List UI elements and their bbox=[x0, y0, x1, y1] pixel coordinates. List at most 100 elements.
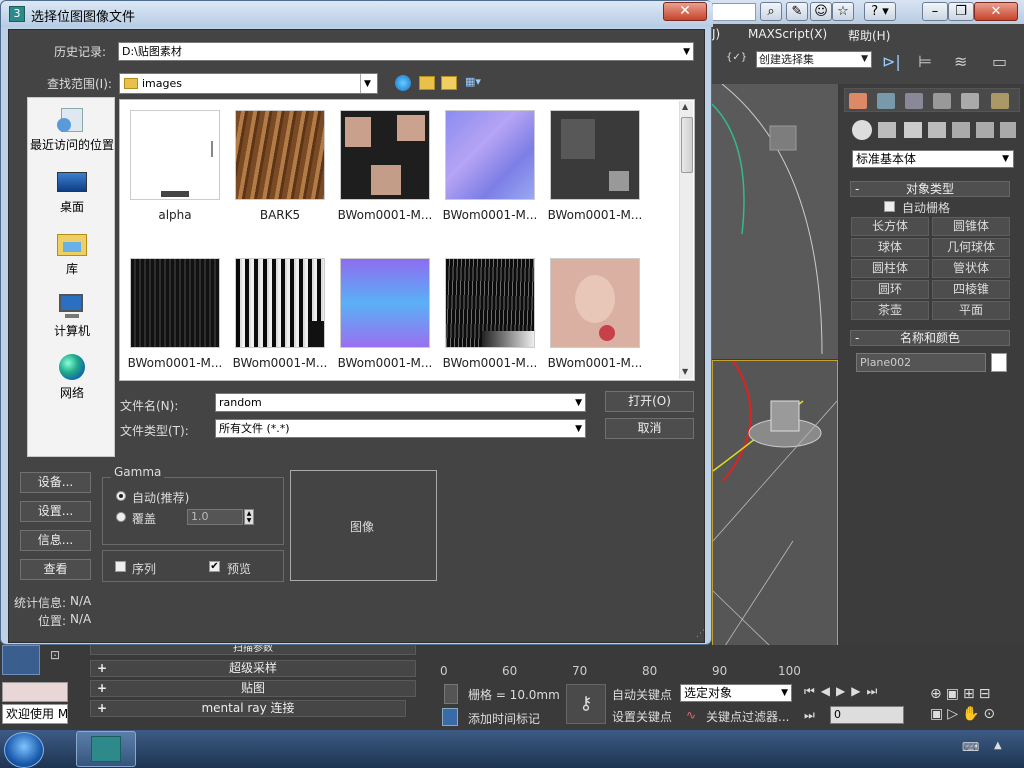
key-mode-icon[interactable]: ⏭ bbox=[804, 708, 822, 724]
graph-icon[interactable]: ▭ bbox=[992, 52, 1016, 72]
history-dropdown[interactable]: D:\贴图素材 ▼ bbox=[118, 42, 694, 61]
taskbar-3dsmax-icon[interactable] bbox=[76, 731, 136, 767]
resize-grip-icon[interactable]: ⋰ bbox=[696, 629, 706, 639]
set-key-button[interactable]: 设置关键点 bbox=[612, 708, 672, 725]
gamma-auto-radio[interactable] bbox=[116, 491, 126, 501]
mirror-icon[interactable]: ⊳| bbox=[882, 52, 906, 72]
file-thumb-alpha[interactable] bbox=[130, 110, 220, 200]
current-frame-field[interactable]: 0 bbox=[830, 706, 904, 724]
file-thumb-bwom-6[interactable] bbox=[340, 258, 430, 348]
utilities-tab-icon[interactable] bbox=[991, 93, 1009, 109]
spacewarps-icon[interactable] bbox=[976, 122, 994, 138]
setup-button[interactable]: 设置... bbox=[20, 501, 91, 522]
person-icon[interactable]: ☺ bbox=[810, 2, 832, 21]
file-label[interactable]: BWom0001-M... bbox=[333, 208, 437, 222]
gamma-override-radio[interactable] bbox=[116, 512, 126, 522]
menu-item-help[interactable]: 帮助(H) bbox=[848, 27, 890, 44]
file-list-scrollbar[interactable]: ▲ ▼ bbox=[679, 101, 693, 379]
auto-key-button[interactable]: 自动关键点 bbox=[612, 686, 672, 703]
place-network[interactable]: 网络 bbox=[28, 350, 116, 408]
file-label[interactable]: BWom0001-M... bbox=[228, 356, 332, 370]
object-name-field[interactable]: Plane002 bbox=[856, 353, 986, 372]
rollout-supersampling[interactable]: + 超级采样 bbox=[90, 660, 416, 677]
modify-tab-icon[interactable] bbox=[877, 93, 895, 109]
file-thumb-bwom-7[interactable] bbox=[445, 258, 535, 348]
systems-icon[interactable] bbox=[1000, 122, 1016, 138]
devices-button[interactable]: 设备... bbox=[20, 472, 91, 493]
hierarchy-tab-icon[interactable] bbox=[905, 93, 923, 109]
file-label[interactable]: BWom0001-M... bbox=[123, 356, 227, 370]
torus-button[interactable]: 圆环 bbox=[851, 280, 929, 299]
display-tab-icon[interactable] bbox=[961, 93, 979, 109]
shapes-icon[interactable] bbox=[878, 122, 896, 138]
box-button[interactable]: 长方体 bbox=[851, 217, 929, 236]
abc-icon[interactable]: {✓} bbox=[726, 52, 747, 74]
rollout-mental-ray[interactable]: + mental ray 连接 bbox=[90, 700, 406, 717]
cone-button[interactable]: 圆锥体 bbox=[932, 217, 1010, 236]
plane-button[interactable]: 平面 bbox=[932, 301, 1010, 320]
file-thumb-bark5[interactable] bbox=[235, 110, 325, 200]
lights-icon[interactable] bbox=[904, 122, 922, 138]
file-thumb-bwom-5[interactable] bbox=[235, 258, 325, 348]
selection-set-dropdown[interactable]: 创建选择集 ▼ bbox=[756, 51, 872, 68]
rollout-maps[interactable]: + 贴图 bbox=[90, 680, 416, 697]
pyramid-button[interactable]: 四棱锥 bbox=[932, 280, 1010, 299]
restore-button[interactable]: ❐ bbox=[948, 2, 974, 21]
object-type-rollout[interactable]: - 对象类型 bbox=[850, 181, 1010, 197]
max-close-button[interactable]: ✕ bbox=[974, 2, 1018, 21]
cameras-icon[interactable] bbox=[928, 122, 946, 138]
gamma-spinner-icon[interactable]: ▲ ▼ bbox=[244, 509, 254, 525]
keyboard-icon[interactable]: ⌨ bbox=[962, 740, 982, 756]
primitive-type-dropdown[interactable]: 标准基本体 ▼ bbox=[852, 150, 1014, 168]
scroll-up-icon[interactable]: ▲ bbox=[682, 102, 688, 111]
help-dropdown-button[interactable]: ? ▾ bbox=[864, 2, 896, 21]
new-folder-icon[interactable] bbox=[441, 76, 457, 90]
viewport-perspective[interactable] bbox=[712, 360, 838, 650]
cancel-button[interactable]: 取消 bbox=[605, 418, 694, 439]
filetype-dropdown[interactable]: 所有文件 (*.*) ▼ bbox=[215, 419, 586, 438]
track-icon[interactable]: ⊡ bbox=[50, 648, 74, 674]
gamma-value-field[interactable]: 1.0 bbox=[187, 509, 243, 525]
add-time-tag[interactable]: 添加时间标记 bbox=[468, 710, 540, 727]
minimize-button[interactable]: – bbox=[922, 2, 948, 21]
autogrid-checkbox[interactable] bbox=[884, 201, 895, 212]
key-icon[interactable]: ⚷ bbox=[566, 684, 606, 724]
playback-controls[interactable]: ⏮◀▶▶⏭ bbox=[804, 684, 928, 700]
viewport-layout-icon[interactable] bbox=[2, 645, 40, 675]
view-menu-icon[interactable]: ▦▾ bbox=[465, 76, 487, 90]
geometry-icon[interactable] bbox=[852, 120, 872, 140]
preview-checkbox[interactable]: ✔ bbox=[209, 561, 220, 572]
wrench-icon[interactable]: ✎ bbox=[786, 2, 808, 21]
maxscript-listener-field[interactable] bbox=[2, 682, 68, 702]
file-label[interactable]: BWom0001-M... bbox=[438, 356, 542, 370]
helpers-icon[interactable] bbox=[952, 122, 970, 138]
motion-tab-icon[interactable] bbox=[933, 93, 951, 109]
time-ruler[interactable]: 0 60 70 80 90 100 bbox=[440, 660, 840, 680]
max-search-box[interactable] bbox=[712, 3, 756, 21]
file-thumb-bwom-2[interactable] bbox=[445, 110, 535, 200]
create-tab-icon[interactable] bbox=[849, 93, 867, 109]
file-label[interactable]: alpha bbox=[123, 208, 227, 222]
key-filters-button[interactable]: 关键点过滤器... bbox=[706, 708, 789, 725]
binoculars-icon[interactable]: ⌕ bbox=[760, 2, 782, 21]
layers-icon[interactable]: ≋ bbox=[954, 52, 978, 72]
file-label[interactable]: BWom0001-M... bbox=[438, 208, 542, 222]
scrollbar-thumb[interactable] bbox=[681, 117, 693, 173]
viewport-nav-controls[interactable]: ⊕▣⊞⊟ ▣▷✋⊙ bbox=[930, 684, 1020, 724]
sphere-button[interactable]: 球体 bbox=[851, 238, 929, 257]
lock-icon[interactable] bbox=[444, 684, 458, 704]
name-color-rollout[interactable]: - 名称和颜色 bbox=[850, 330, 1010, 346]
file-list[interactable]: alpha BARK5 BWom0001-M... BWom0001-M... … bbox=[119, 99, 695, 381]
menu-item-j[interactable]: J) bbox=[712, 27, 720, 41]
place-computer[interactable]: 计算机 bbox=[28, 288, 116, 346]
star-icon[interactable]: ☆ bbox=[832, 2, 854, 21]
filename-input[interactable]: random ▼ bbox=[215, 393, 586, 412]
tube-button[interactable]: 管状体 bbox=[932, 259, 1010, 278]
key-mode-dropdown[interactable]: 选定对象 ▼ bbox=[680, 684, 792, 702]
menu-item-maxscript[interactable]: MAXScript(X) bbox=[748, 27, 827, 41]
file-thumb-bwom-4[interactable] bbox=[130, 258, 220, 348]
file-label[interactable]: BARK5 bbox=[228, 208, 332, 222]
cylinder-button[interactable]: 圆柱体 bbox=[851, 259, 929, 278]
sequence-checkbox[interactable] bbox=[115, 561, 126, 572]
lookin-dropdown[interactable]: images ▼ bbox=[119, 73, 378, 94]
